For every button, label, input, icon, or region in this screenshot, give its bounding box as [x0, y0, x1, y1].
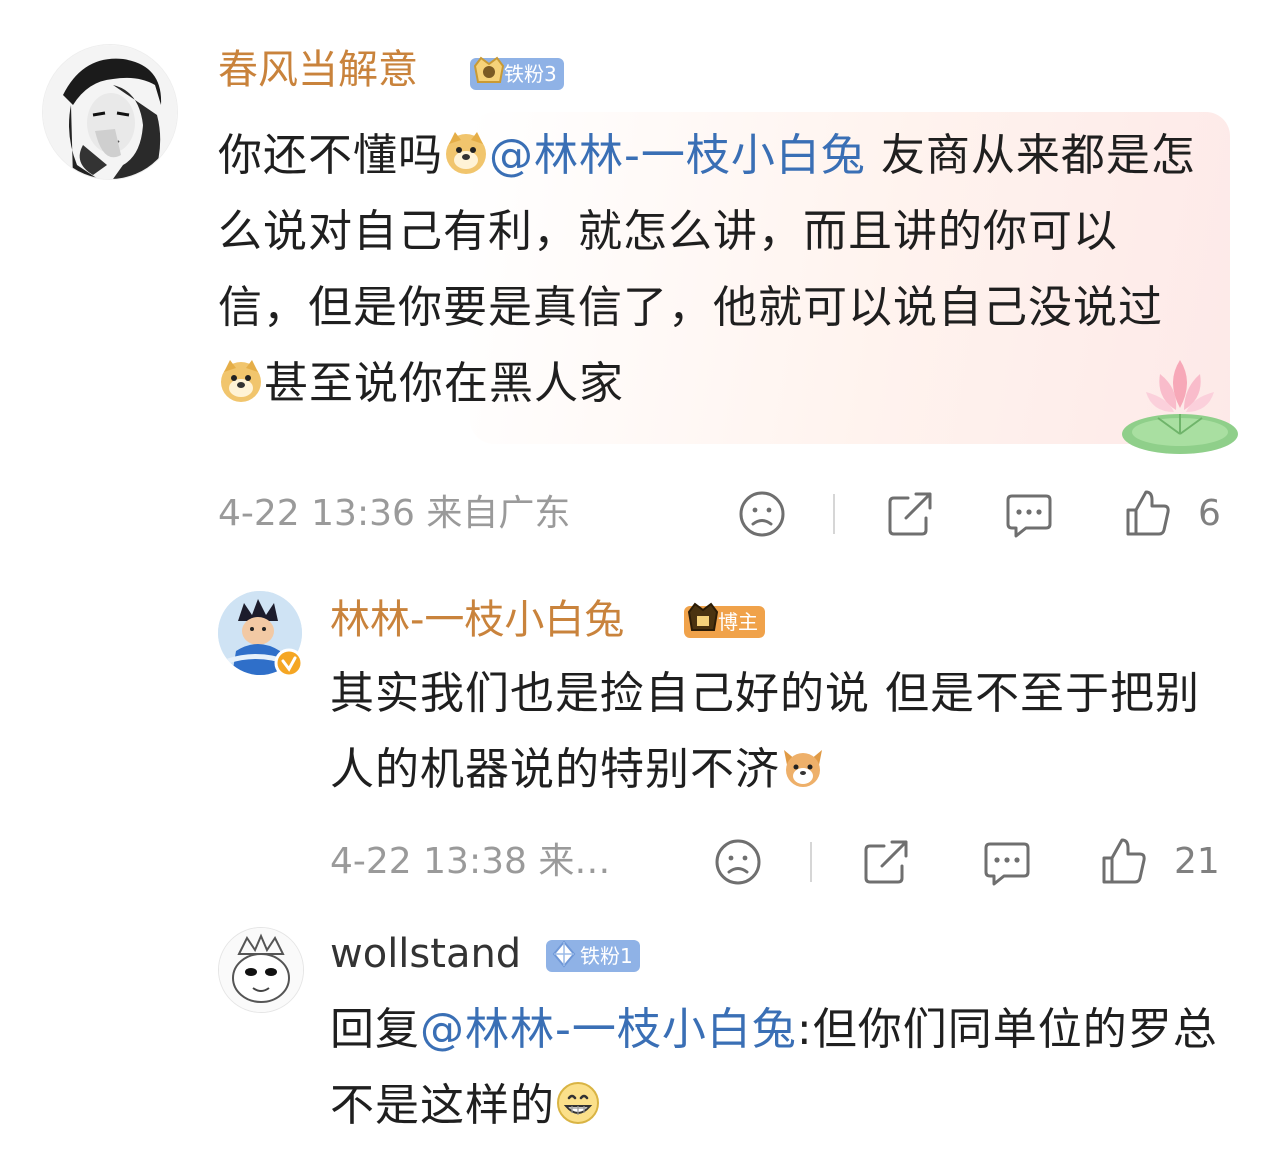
- reply-text: 其实我们也是捡自己好的说 但是不至于把别人的机器说的特别不济: [330, 656, 1210, 808]
- reply-username[interactable]: wollstand: [330, 930, 521, 978]
- share-icon[interactable]: [862, 838, 912, 890]
- crown-icon: [686, 600, 720, 647]
- grin-emoji-icon: [555, 1074, 601, 1124]
- fan-badge: 铁粉1: [546, 940, 640, 972]
- comment-icon[interactable]: [1004, 490, 1054, 544]
- crown-icon: [472, 52, 506, 99]
- mention-link[interactable]: @林林-一枝小白兔: [420, 1004, 797, 1055]
- comment-text-part: 甚至说你在黑人家: [264, 358, 624, 409]
- reply-prefix: 回复: [330, 1004, 420, 1055]
- reply-meta: 4-22 13:38 来…: [330, 841, 611, 882]
- doge-emoji-icon: [443, 124, 489, 174]
- comment-icon[interactable]: [982, 838, 1032, 892]
- fan-badge-label: 铁粉3: [504, 62, 557, 86]
- action-divider: [810, 842, 812, 882]
- thumbs-up-icon[interactable]: [1124, 488, 1172, 542]
- lotus-sticker-icon: [1118, 352, 1244, 460]
- mention-link[interactable]: @林林-一枝小白兔: [489, 130, 866, 181]
- thumbs-up-icon[interactable]: [1100, 836, 1148, 890]
- fan-badge: 铁粉3: [470, 56, 564, 90]
- avatar-reply-wollstand[interactable]: [218, 927, 304, 1013]
- comment-text-part: 你还不懂吗: [218, 130, 443, 181]
- like-count: 21: [1174, 841, 1220, 882]
- comment-meta: 4-22 13:36 来自广东: [218, 493, 571, 534]
- reply-text-part: 其实我们也是捡自己好的说 但是不至于把别人的机器说的特别不济: [330, 668, 1200, 795]
- action-divider: [833, 494, 835, 534]
- diamond-icon: [548, 934, 580, 979]
- fan-badge-label: 铁粉1: [580, 944, 633, 968]
- comment-username[interactable]: 春风当解意: [218, 46, 418, 94]
- face-sad-icon[interactable]: [714, 838, 762, 890]
- dog-emoji-icon: [780, 738, 826, 787]
- like-count: 6: [1198, 493, 1221, 534]
- blogger-badge-label: 博主: [718, 610, 758, 634]
- blogger-badge: 博主: [684, 602, 765, 638]
- share-icon[interactable]: [886, 490, 936, 542]
- avatar-main-comment[interactable]: [42, 44, 178, 180]
- reply-text: 回复@林林-一枝小白兔:但你们同单位的罗总不是这样的: [330, 992, 1230, 1144]
- verified-icon: [274, 648, 304, 682]
- doge-emoji-icon: [218, 352, 264, 402]
- reply-username[interactable]: 林林-一枝小白兔: [330, 596, 624, 644]
- face-sad-icon[interactable]: [738, 490, 786, 542]
- comment-text: 你还不懂吗 @林林-一枝小白兔 友商从来都是怎么说对自己有利，就怎么讲，而且讲的你…: [218, 118, 1198, 422]
